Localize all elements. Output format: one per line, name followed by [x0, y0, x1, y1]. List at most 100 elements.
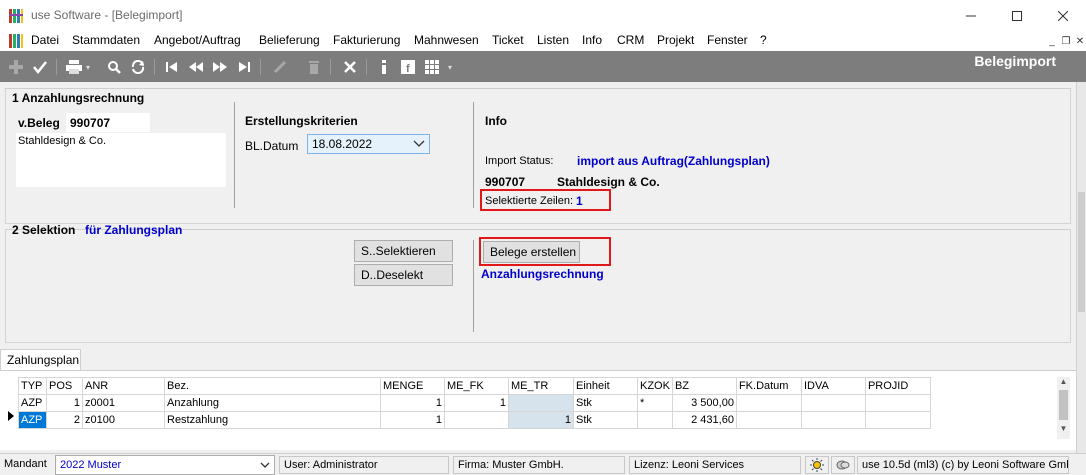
select-button[interactable]: S..Selektieren	[354, 240, 453, 262]
table-cell[interactable]: Restzahlung	[164, 411, 381, 429]
next-record-button[interactable]	[210, 57, 230, 77]
menu-belieferung[interactable]: Belieferung	[259, 33, 320, 47]
column-header[interactable]: PROJID	[864, 377, 931, 395]
table-cell[interactable]	[444, 411, 509, 429]
edit-button[interactable]	[270, 57, 290, 77]
grid-menu-button[interactable]	[422, 57, 442, 77]
column-header[interactable]: MENGE	[380, 377, 445, 395]
table-cell[interactable]	[637, 411, 673, 429]
scroll-thumb[interactable]	[1059, 390, 1068, 420]
minimize-button[interactable]	[948, 0, 994, 31]
mdi-minimize-button[interactable]: _	[1045, 34, 1059, 48]
refresh-button[interactable]	[128, 57, 148, 77]
mdi-close-button[interactable]: ✕	[1073, 34, 1086, 48]
table-cell[interactable]: 2	[46, 411, 83, 429]
menu-projekt[interactable]: Projekt	[657, 33, 694, 47]
menu-listen[interactable]: Listen	[537, 33, 569, 47]
table-cell[interactable]	[864, 394, 931, 412]
menu-fenster[interactable]: Fenster	[707, 33, 748, 47]
delete-button[interactable]	[304, 57, 324, 77]
table-cell[interactable]: Anzahlung	[164, 394, 381, 412]
cancel-button[interactable]	[340, 57, 360, 77]
column-header[interactable]: Einheit	[573, 377, 638, 395]
window-scroll-thumb[interactable]	[1078, 192, 1085, 312]
menu-crm[interactable]: CRM	[617, 33, 644, 47]
column-header[interactable]: KZOK	[637, 377, 673, 395]
menu-fakturierung[interactable]: Fakturierung	[333, 33, 400, 47]
table-row[interactable]: AZP 1 z0001 Anzahlung 1 1 Stk * 3 500,00	[18, 394, 931, 412]
svg-text:f: f	[406, 63, 410, 74]
table-cell[interactable]: Stk	[573, 394, 638, 412]
table-cell[interactable]: 1	[444, 394, 509, 412]
confirm-button[interactable]	[30, 57, 50, 77]
close-button[interactable]	[1040, 0, 1086, 31]
column-header[interactable]: ANR	[82, 377, 165, 395]
print-dropdown-icon[interactable]: ▾	[86, 63, 90, 72]
toolbar-separator	[56, 59, 57, 75]
table-cell[interactable]: z0100	[82, 411, 165, 429]
grid-icon	[425, 60, 439, 74]
table-cell[interactable]	[508, 394, 574, 412]
column-header[interactable]: IDVA	[800, 377, 866, 395]
menu-ticket[interactable]: Ticket	[492, 33, 524, 47]
column-header[interactable]: POS	[46, 377, 83, 395]
column-header[interactable]: ME_FK	[444, 377, 509, 395]
create-documents-button[interactable]: Belege erstellen	[483, 241, 580, 263]
table-cell[interactable]: 1	[380, 394, 445, 412]
search-button[interactable]	[104, 57, 124, 77]
table-cell[interactable]: 1	[380, 411, 445, 429]
table-cell[interactable]: 2 431,60	[671, 411, 737, 429]
table-cell[interactable]: *	[637, 394, 673, 412]
menu-stammdaten[interactable]: Stammdaten	[72, 33, 140, 47]
tab-zahlungsplan[interactable]: Zahlungsplan	[0, 349, 81, 371]
table-cell[interactable]: z0001	[82, 394, 165, 412]
network-icon[interactable]	[831, 456, 855, 474]
column-header[interactable]: FK.Datum	[735, 377, 802, 395]
printer-icon	[66, 60, 82, 74]
table-cell[interactable]: AZP	[18, 394, 47, 412]
deselect-button[interactable]: D..Deselekt	[354, 264, 453, 286]
table-cell[interactable]	[735, 394, 802, 412]
menu-angebot-auftrag[interactable]: Angebot/Auftrag	[154, 33, 241, 47]
previous-record-button[interactable]	[186, 57, 206, 77]
print-button[interactable]	[64, 57, 84, 77]
scroll-down-icon[interactable]: ▼	[1057, 424, 1070, 433]
mandant-dropdown[interactable]: 2022 Muster	[55, 455, 275, 475]
menu-info[interactable]: Info	[582, 33, 602, 47]
sun-icon[interactable]	[805, 456, 829, 474]
table-cell[interactable]: 1	[46, 394, 83, 412]
table-cell[interactable]: 3 500,00	[671, 394, 737, 412]
maximize-button[interactable]	[994, 0, 1040, 31]
window-scrollbar[interactable]	[1076, 82, 1086, 453]
table-cell[interactable]	[735, 411, 802, 429]
table-cell[interactable]: Stk	[573, 411, 638, 429]
table-cell[interactable]	[800, 411, 866, 429]
grid-scrollbar[interactable]: ▲ ▼	[1057, 377, 1070, 439]
bldatum-dropdown[interactable]: 18.08.2022	[307, 134, 430, 154]
last-record-button[interactable]	[234, 57, 254, 77]
mdi-restore-button[interactable]: ❐	[1059, 34, 1073, 48]
menu-mahnwesen[interactable]: Mahnwesen	[414, 33, 479, 47]
first-record-button[interactable]	[162, 57, 182, 77]
grid-panel: TYP POS ANR Bez. MENGE ME_FK ME_TR Einhe…	[0, 370, 1076, 450]
column-header[interactable]: BZ	[671, 377, 737, 395]
table-cell[interactable]: 1	[508, 411, 574, 429]
menu-help[interactable]: ?	[760, 33, 767, 47]
menu-datei[interactable]: Datei	[31, 33, 59, 47]
info-button[interactable]	[374, 57, 394, 77]
column-header[interactable]: Bez.	[164, 377, 381, 395]
vbeleg-field[interactable]: 990707	[66, 113, 150, 132]
facebook-button[interactable]: f	[398, 57, 418, 77]
column-header[interactable]: ME_TR	[508, 377, 574, 395]
table-cell[interactable]: AZP	[18, 411, 47, 429]
table-cell[interactable]	[800, 394, 866, 412]
status-version: use 10.5d (ml3) (c) by Leoni Software Gm…	[857, 456, 1069, 474]
table-row[interactable]: AZP 2 z0100 Restzahlung 1 1 Stk 2 431,60	[18, 411, 931, 429]
facebook-icon: f	[401, 60, 415, 74]
grid-dropdown-icon[interactable]: ▾	[448, 63, 452, 72]
scroll-up-icon[interactable]: ▲	[1057, 377, 1070, 386]
table-cell[interactable]	[864, 411, 931, 429]
column-header[interactable]: TYP	[18, 377, 47, 395]
app-menu-icon[interactable]	[8, 33, 24, 49]
add-button[interactable]	[6, 57, 26, 77]
